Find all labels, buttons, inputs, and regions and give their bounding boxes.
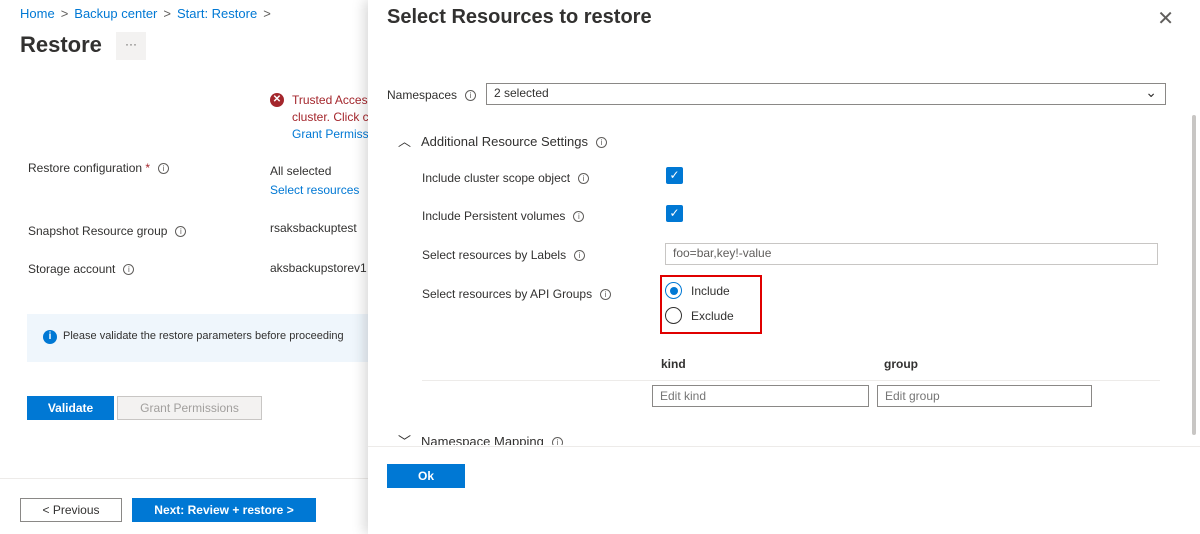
edit-group-input[interactable] (877, 385, 1092, 407)
include-radio[interactable] (665, 282, 682, 299)
cluster-scope-checkbox[interactable]: ✓ (666, 167, 683, 184)
namespaces-label: Namespaces i (387, 88, 477, 102)
page-title: Restore (20, 32, 102, 57)
error-text: Trusted Acces (292, 93, 368, 107)
exclude-radio[interactable] (665, 307, 682, 324)
panel-title: Select Resources to restore (387, 6, 652, 28)
select-resources-panel: Select Resources to restore ✕ Namespaces… (368, 0, 1200, 534)
next-button[interactable]: Next: Review + restore > (132, 498, 316, 522)
kind-header: kind (661, 357, 686, 371)
select-resources-link[interactable]: Select resources (270, 183, 359, 197)
info-icon[interactable]: i (551, 437, 563, 445)
api-groups-label: Select resources by API Groups i (422, 287, 612, 301)
info-icon[interactable]: i (123, 264, 135, 276)
breadcrumb-backup-center[interactable]: Backup center (74, 6, 157, 21)
divider (422, 380, 1160, 381)
info-icon[interactable]: i (158, 163, 170, 175)
group-header: group (884, 357, 918, 371)
cluster-scope-label: Include cluster scope object i (422, 171, 590, 185)
scrollbar[interactable] (1190, 60, 1198, 440)
info-icon[interactable]: i (578, 173, 590, 185)
grant-permissions-button[interactable]: Grant Permissions (117, 396, 262, 420)
validate-button[interactable]: Validate (27, 396, 114, 420)
chevron-down-icon: ⌄ (1145, 84, 1157, 100)
info-icon[interactable]: i (600, 289, 612, 301)
info-icon[interactable]: i (175, 226, 187, 238)
additional-settings-toggle[interactable]: ︿ Additional Resource Settings i (398, 131, 607, 150)
namespace-mapping-toggle[interactable]: ﹀ Namespace Mapping i (398, 431, 563, 445)
info-icon[interactable]: i (465, 90, 477, 102)
breadcrumb-start-restore[interactable]: Start: Restore (177, 6, 257, 21)
storage-account-value: aksbackupstorev1 (270, 261, 367, 275)
close-icon[interactable]: ✕ (1157, 6, 1174, 31)
storage-account-label: Storage account i (28, 262, 135, 276)
chevron-up-icon: ︿ (398, 134, 412, 149)
error-text: cluster. Click c (292, 110, 368, 124)
snapshot-rg-label: Snapshot Resource group i (28, 224, 187, 238)
restore-config-value: All selected (270, 164, 332, 178)
grant-permissions-link[interactable]: Grant Permiss (292, 127, 368, 141)
persistent-volumes-label: Include Persistent volumes i (422, 209, 585, 223)
restore-page: Home > Backup center > Start: Restore > Resto… (0, 0, 368, 534)
breadcrumb: Home > Backup center > Start: Restore > (20, 6, 271, 21)
info-icon: i (43, 330, 57, 344)
breadcrumb-home[interactable]: Home (20, 6, 55, 21)
divider (368, 446, 1200, 447)
labels-input[interactable]: foo=bar,key!-value (665, 243, 1158, 265)
restore-config-label: Restore configuration * i (28, 161, 170, 175)
info-icon[interactable]: i (574, 250, 586, 262)
info-icon[interactable]: i (573, 211, 585, 223)
chevron-down-icon: ﹀ (398, 434, 412, 445)
snapshot-rg-value: rsaksbackuptest (270, 221, 357, 235)
info-icon[interactable]: i (595, 137, 607, 149)
error-icon: ✕ (270, 93, 284, 107)
namespaces-dropdown[interactable]: 2 selected ⌄ (486, 83, 1166, 105)
persistent-volumes-checkbox[interactable]: ✓ (666, 205, 683, 222)
edit-kind-input[interactable] (652, 385, 869, 407)
info-banner: i Please validate the restore parameters … (27, 314, 368, 362)
previous-button[interactable]: < Previous (20, 498, 122, 522)
ok-button[interactable]: Ok (387, 464, 465, 488)
more-button[interactable]: ··· (116, 32, 146, 60)
error-message: ✕ Trusted Acces cluster. Click c Grant Per… (270, 92, 368, 143)
labels-label: Select resources by Labels i (422, 248, 586, 262)
divider (0, 478, 368, 479)
